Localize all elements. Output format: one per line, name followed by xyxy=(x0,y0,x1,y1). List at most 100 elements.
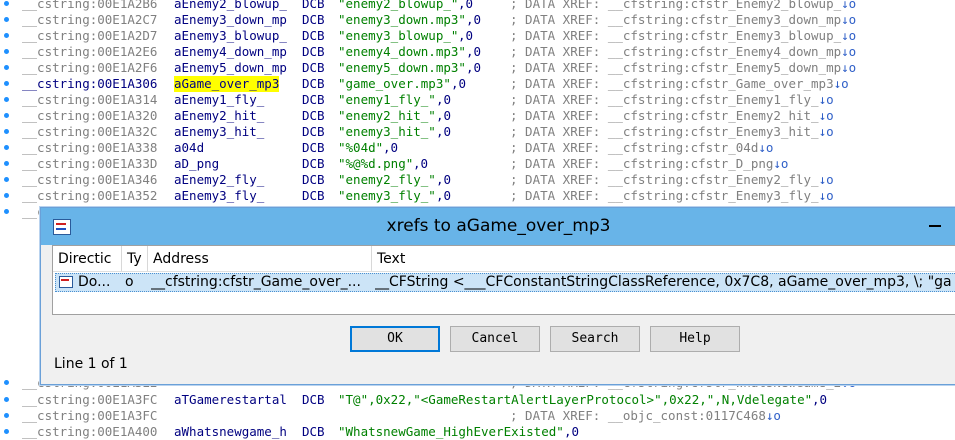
xref-arrow-icon[interactable]: ↓o xyxy=(841,44,856,59)
column-header-address[interactable]: Address xyxy=(148,246,372,272)
listing-line[interactable]: __cstring:00E1A314 aEnemy1_fly_ DCB "enemy1… xyxy=(0,92,955,108)
line-address: __cstring:00E1A2B6 xyxy=(22,0,158,11)
line-directive: DCB xyxy=(302,60,325,75)
comment-text: ; DATA XREF: __cfstring:cfstr_Enemy2_blo… xyxy=(510,0,842,11)
listing-line[interactable]: __cstring:00E1A2C7 aEnemy3_down_mp DCB "ene… xyxy=(0,12,955,28)
xref-arrow-icon[interactable]: ↓o xyxy=(841,28,856,43)
help-button[interactable]: Help xyxy=(650,326,740,352)
line-address: __cstring:00E1A2E6 xyxy=(22,44,158,59)
line-address: __cstring:00E1A352 xyxy=(22,188,158,203)
listing-line[interactable]: __cstring:00E1A320 aEnemy2_hit_ DCB "enemy2… xyxy=(0,108,955,124)
table-row[interactable]: Do... o __cfstring:cfstr_Game_over_... _… xyxy=(55,273,955,292)
cancel-button[interactable]: Cancel xyxy=(450,326,540,352)
search-button[interactable]: Search xyxy=(550,326,640,352)
line-address: __cstring:00E1A2F6 xyxy=(22,60,158,75)
line-label[interactable]: aEnemy3_down_mp xyxy=(174,12,287,28)
line-directive: DCB xyxy=(302,76,325,91)
line-label[interactable]: aEnemy5_down_mp xyxy=(174,60,287,76)
line-operand-terminator: ,0 xyxy=(458,0,474,11)
line-operand-terminator: ,0 xyxy=(413,156,429,171)
xref-arrow-icon[interactable]: ↓o xyxy=(841,12,856,27)
line-label[interactable]: aWhatsnewgame_h xyxy=(174,424,287,440)
bullet-icon xyxy=(4,209,9,214)
comment-text: ; DATA XREF: __cfstring:cfstr_Enemy3_hit… xyxy=(510,124,819,139)
line-directive: DCB xyxy=(302,424,325,439)
xref-arrow-icon[interactable]: ↓o xyxy=(819,124,834,139)
bullet-icon xyxy=(4,81,9,86)
xref-arrow-icon[interactable]: ↓o xyxy=(841,0,856,11)
listing-line[interactable]: __cstring:00E1A2B6 aEnemy2_blowup_ DCB "ene… xyxy=(0,0,955,12)
line-label[interactable]: aEnemy3_hit_ xyxy=(174,124,264,140)
line-label[interactable]: aEnemy1_fly_ xyxy=(174,92,264,108)
listing-line[interactable]: __cstring:00E1A338 a04d DCB "%04d" ,0 ; DATA … xyxy=(0,140,955,156)
listing-line[interactable]: __cstring:00E1A3FC ; DATA XREF: __objc_co… xyxy=(0,408,955,424)
xref-arrow-icon[interactable]: ↓o xyxy=(819,92,834,107)
line-comment: ; DATA XREF: __cfstring:cfstr_Enemy4_dow… xyxy=(510,44,856,60)
xref-arrow-icon[interactable]: ↓o xyxy=(819,172,834,187)
line-directive: DCB xyxy=(302,28,325,43)
column-header-direction[interactable]: Directic xyxy=(53,246,122,272)
listing-line[interactable]: __cstring:00E1A400 aWhatsnewgame_h DCB "Wha… xyxy=(0,424,955,440)
line-address: __cstring:00E1A320 xyxy=(22,108,158,123)
listing-line[interactable]: __cstring:00E1A306 aGame_over_mp3 DCB "game… xyxy=(0,76,955,92)
line-label[interactable]: aEnemy3_fly_ xyxy=(174,188,264,204)
column-header-type[interactable]: Ty xyxy=(122,246,148,272)
line-label[interactable]: aGame_over_mp3 xyxy=(174,76,280,92)
comment-text: ; DATA XREF: __cfstring:cfstr_Game_over_… xyxy=(510,76,834,91)
listing-line[interactable]: __cstring:00E1A2D7 aEnemy3_blowup_ DCB "ene… xyxy=(0,28,955,44)
dialog-titlebar[interactable]: xrefs to aGame_over_mp3 xyxy=(41,208,955,245)
line-address: __cstring:00E1A400 xyxy=(22,424,158,439)
row-text: __CFString <___CFConstantStringClassRefe… xyxy=(375,274,952,290)
line-directive: DCB xyxy=(302,12,325,27)
xref-arrow-icon[interactable]: ↓o xyxy=(819,188,834,203)
listing-line[interactable]: __cstring:00E1A2E6 aEnemy4_down_mp DCB "ene… xyxy=(0,44,955,60)
line-directive: DCB xyxy=(302,44,325,59)
xref-arrow-icon[interactable]: ↓o xyxy=(819,108,834,123)
bullet-icon xyxy=(4,97,9,102)
listing-line[interactable]: __cstring:00E1A346 aEnemy2_fly_ DCB "enemy2… xyxy=(0,172,955,188)
line-label[interactable]: aD_png xyxy=(174,156,219,172)
line-operand: "enemy3_blowup_" xyxy=(338,28,459,43)
xref-arrow-icon[interactable]: ↓o xyxy=(841,60,856,75)
line-directive: DCB xyxy=(302,124,325,139)
line-label[interactable]: aEnemy2_hit_ xyxy=(174,108,264,124)
xref-arrow-icon[interactable]: ↓o xyxy=(773,156,788,171)
line-directive: DCB xyxy=(302,92,325,107)
line-label[interactable]: aEnemy2_blowup_ xyxy=(174,0,287,12)
line-directive: DCB xyxy=(302,156,325,171)
line-address: __cstring:00E1A314 xyxy=(22,92,158,107)
line-operand: "enemy3_fly_" xyxy=(338,188,436,203)
xref-row-icon xyxy=(59,276,73,288)
line-label[interactable]: aEnemy2_fly_ xyxy=(174,172,264,188)
xrefs-table[interactable]: Directic Ty Address Text Do... o __cfstr… xyxy=(52,245,955,315)
line-operand-terminator: ,0 xyxy=(466,60,482,75)
minimize-icon[interactable] xyxy=(915,208,955,236)
line-directive: DCB xyxy=(302,188,325,203)
line-comment: ; DATA XREF: __cfstring:cfstr_Enemy2_blo… xyxy=(510,0,856,12)
line-label[interactable]: a04d xyxy=(174,140,204,156)
listing-line[interactable]: __cstring:00E1A2F6 aEnemy5_down_mp DCB "ene… xyxy=(0,60,955,76)
xref-arrow-icon[interactable]: ↓o xyxy=(834,76,849,91)
line-comment: ; DATA XREF: __objc_const:0117C468↓o xyxy=(510,408,781,424)
line-operand-terminator: ,0 xyxy=(458,28,474,43)
row-type: o xyxy=(125,274,134,290)
listing-line[interactable]: __cstring:00E1A352 aEnemy3_fly_ DCB "enemy3… xyxy=(0,188,955,204)
line-label[interactable]: aTGamerestartal xyxy=(174,392,287,408)
line-operand: "enemy2_fly_" xyxy=(338,172,436,187)
line-address: __cstring:00E1A3FC xyxy=(22,392,158,407)
bullet-icon xyxy=(4,177,9,182)
listing-line[interactable]: __cstring:00E1A33D aD_png DCB "%@%d.png" ,0;… xyxy=(0,156,955,172)
listing-line[interactable]: __cstring:00E1A3FC aTGamerestartal DCB "T@"… xyxy=(0,392,955,408)
line-operand: "enemy1_fly_" xyxy=(338,92,436,107)
column-header-text[interactable]: Text xyxy=(372,246,955,272)
line-label[interactable]: aEnemy4_down_mp xyxy=(174,44,287,60)
xref-arrow-icon[interactable]: ↓o xyxy=(758,140,773,155)
xref-arrow-icon[interactable]: ↓o xyxy=(766,408,781,423)
comment-text: ; DATA XREF: __cfstring:cfstr_04d xyxy=(510,140,759,155)
bullet-icon xyxy=(4,113,9,118)
line-operand-terminator: ,0 xyxy=(436,188,452,203)
line-operand: "enemy5_down.mp3" xyxy=(338,60,466,75)
ok-button[interactable]: OK xyxy=(350,326,440,352)
line-label[interactable]: aEnemy3_blowup_ xyxy=(174,28,287,44)
listing-line[interactable]: __cstring:00E1A32C aEnemy3_hit_ DCB "enemy3… xyxy=(0,124,955,140)
